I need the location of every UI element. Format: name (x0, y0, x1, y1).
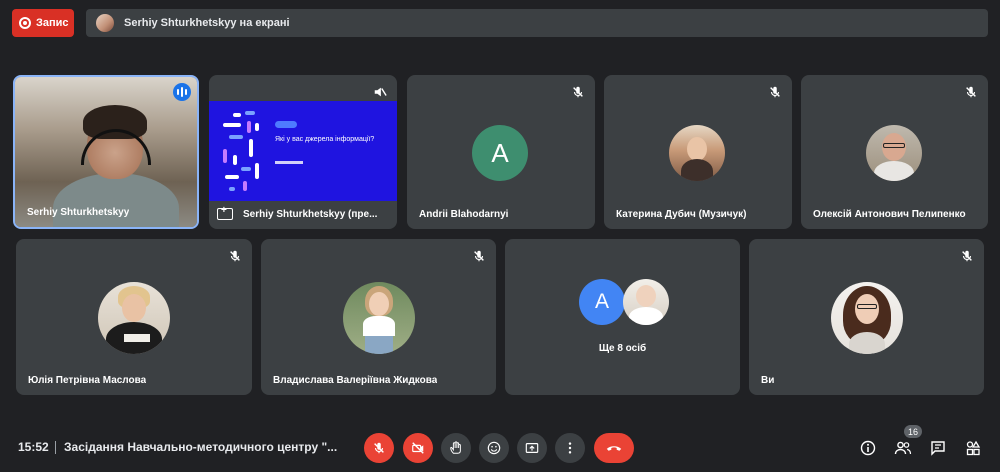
record-icon (19, 17, 31, 29)
slide-title: Які у вас джерела інформації? (275, 136, 375, 143)
raise-hand-icon (450, 441, 461, 454)
presentation-icon (217, 205, 233, 220)
mic-muted-icon (573, 86, 583, 98)
presenter-avatar (96, 14, 114, 32)
record-button[interactable]: Запис (12, 9, 74, 37)
participants-count-badge: 16 (904, 425, 922, 438)
meeting-details-button[interactable] (859, 439, 877, 457)
participant-name: Serhiy Shturkhetskyy (27, 207, 130, 218)
avatar (98, 282, 170, 354)
participant-tile[interactable]: Катерина Дубич (Музичук) (604, 75, 792, 229)
participant-name: Ви (761, 375, 775, 386)
clock: 15:52 (18, 440, 49, 454)
presenting-banner[interactable]: Serhiy Shturkhetskyy на екрані (86, 9, 988, 37)
presentation-tile[interactable]: Які у вас джерела інформації? Serhiy Sht… (209, 75, 397, 229)
camera-off-icon (412, 442, 424, 454)
participant-name: Andrii Blahodarnyi (419, 209, 509, 220)
slide-tag (275, 121, 297, 128)
raise-hand-button[interactable] (441, 433, 471, 463)
activities-button[interactable] (964, 439, 982, 457)
camera-toggle-button[interactable] (403, 433, 433, 463)
people-button[interactable] (894, 439, 912, 457)
people-icon (894, 441, 912, 455)
others-count: Ще 8 осіб (598, 343, 647, 354)
participant-name: Владислава Валеріївна Жидкова (273, 375, 438, 386)
participant-tile[interactable]: Юлія Петрівна Маслова (16, 239, 252, 395)
self-tile[interactable]: Ви (749, 239, 984, 395)
participant-tile[interactable]: Олексій Антонович Пелипенко (801, 75, 988, 229)
chat-button[interactable] (929, 439, 947, 457)
participant-tile[interactable]: Владислава Валеріївна Жидкова (261, 239, 496, 395)
divider (55, 441, 56, 454)
more-options-button[interactable] (555, 433, 585, 463)
chat-icon (931, 441, 945, 456)
participant-tile-speaker[interactable]: Serhiy Shturkhetskyy (13, 75, 199, 229)
avatar (669, 125, 725, 181)
emoji-icon (487, 441, 501, 455)
mic-muted-icon (230, 250, 240, 262)
participant-name: Катерина Дубич (Музичук) (616, 209, 747, 220)
mic-muted-icon (474, 250, 484, 262)
presenting-text: Serhiy Shturkhetskyy на екрані (124, 17, 290, 29)
slide-subtitle-line (275, 161, 303, 164)
avatar (343, 282, 415, 354)
others-tile[interactable]: A Ще 8 осіб (505, 239, 740, 395)
speaker-muted-icon (374, 87, 387, 97)
reactions-button[interactable] (479, 433, 509, 463)
participant-name: Олексій Антонович Пелипенко (813, 209, 966, 220)
leave-call-button[interactable] (594, 433, 634, 463)
avatar: A (472, 125, 528, 181)
activities-icon (966, 440, 981, 456)
avatar (831, 282, 903, 354)
present-screen-icon (525, 443, 539, 453)
speaking-indicator-icon (173, 83, 191, 101)
mic-muted-icon (962, 250, 972, 262)
meeting-title: Засідання Навчально-методичного центру "… (64, 440, 338, 454)
info-icon (860, 440, 876, 456)
mic-muted-icon (770, 86, 780, 98)
mic-muted-icon (966, 86, 976, 98)
avatar (866, 125, 922, 181)
avatar (623, 279, 669, 325)
slide-decoration (223, 111, 259, 191)
shared-slide: Які у вас джерела інформації? (209, 101, 397, 201)
end-call-icon (606, 446, 622, 451)
mic-toggle-button[interactable] (364, 433, 394, 463)
mic-off-icon (374, 442, 384, 454)
record-label: Запис (36, 17, 69, 29)
meet-window: Запис Serhiy Shturkhetskyy на екрані Ser… (0, 0, 1000, 472)
participant-name: Serhiy Shturkhetskyy (пре... (243, 209, 378, 220)
participant-tile[interactable]: A Andrii Blahodarnyi (407, 75, 595, 229)
participant-name: Юлія Петрівна Маслова (28, 375, 147, 386)
avatar: A (579, 279, 625, 325)
more-options-icon (568, 442, 572, 454)
present-now-button[interactable] (517, 433, 547, 463)
